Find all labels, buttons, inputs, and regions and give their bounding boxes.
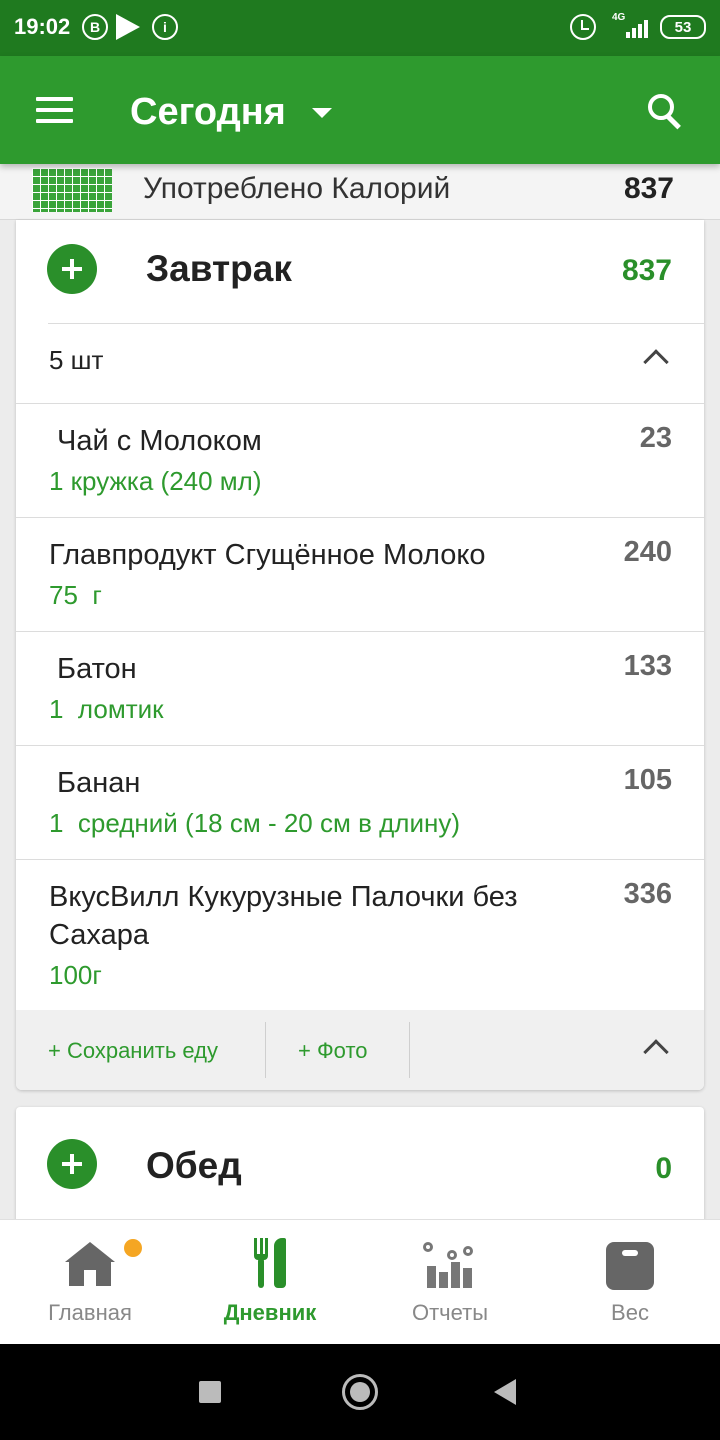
food-portion: 1 кружка (240 мл) <box>49 466 262 496</box>
food-portion: 100г <box>49 960 102 990</box>
add-photo-button[interactable]: + Фото <box>298 1038 368 1064</box>
signal-icon: 4G <box>612 12 650 40</box>
divider <box>48 323 704 324</box>
meal-calories: 837 <box>621 254 672 287</box>
meal-calories: 0 <box>655 1152 672 1185</box>
fork-knife-icon <box>254 1238 288 1288</box>
battery-icon: 53 <box>660 15 706 39</box>
nav-home[interactable]: Главная <box>0 1220 180 1345</box>
nav-diary[interactable]: Дневник <box>180 1220 360 1345</box>
add-lunch-button[interactable] <box>47 1139 97 1189</box>
food-calories: 23 <box>639 422 672 454</box>
reports-icon <box>423 1242 475 1288</box>
food-item[interactable]: ВкусВилл Кукурузные Палочки без Сахара 1… <box>16 859 704 1010</box>
nav-label: Дневник <box>223 1300 317 1325</box>
food-portion: 1 средний (18 см - 20 см в длину) <box>49 808 460 838</box>
collapse-chevron-icon[interactable] <box>643 349 669 375</box>
summary-label: Употреблено Калорий <box>143 172 451 205</box>
status-bar: 19:02 B i 4G 53 <box>0 0 720 56</box>
divider <box>409 1022 410 1078</box>
food-item[interactable]: Банан 1 средний (18 см - 20 см в длину) … <box>16 745 704 859</box>
food-name: Главпродукт Сгущённое Молоко <box>49 539 486 571</box>
status-time: 19:02 <box>14 14 71 39</box>
food-item[interactable]: Главпродукт Сгущённое Молоко 75 г 240 <box>16 517 704 631</box>
home-icon <box>65 1242 115 1286</box>
alarm-icon <box>570 14 596 40</box>
meal-actions: + Сохранить еду + Фото <box>16 1010 704 1090</box>
network-type: 4G <box>612 12 626 23</box>
save-food-button[interactable]: + Сохранить еду <box>48 1038 218 1064</box>
food-calories: 133 <box>623 650 672 682</box>
keyhole-icon: i <box>152 14 178 40</box>
home-button[interactable] <box>342 1374 378 1410</box>
summary-value: 837 <box>623 172 674 205</box>
food-item[interactable]: Батон 1 ломтик 133 <box>16 631 704 745</box>
search-icon[interactable] <box>648 94 684 130</box>
notification-dot <box>124 1239 142 1257</box>
meal-title: Завтрак <box>146 248 292 289</box>
collapse-meal-chevron-icon[interactable] <box>643 1039 669 1065</box>
app-bar: Сегодня <box>0 56 720 164</box>
menu-icon[interactable] <box>36 97 73 123</box>
food-calories: 105 <box>623 764 672 796</box>
meal-title: Обед <box>146 1145 242 1186</box>
food-name: ВкусВилл Кукурузные Палочки без Сахара <box>49 881 518 951</box>
system-navigation-bar <box>0 1344 720 1440</box>
food-name: Чай с Молоком <box>49 425 262 457</box>
scale-icon <box>606 1242 654 1290</box>
calories-summary: Употреблено Калорий 837 <box>0 164 720 220</box>
nav-label: Главная <box>48 1300 132 1325</box>
food-item[interactable]: Чай с Молоком 1 кружка (240 мл) 23 <box>16 403 704 517</box>
grid-icon <box>32 168 112 212</box>
add-breakfast-button[interactable] <box>47 244 97 294</box>
back-button[interactable] <box>494 1379 516 1405</box>
food-name: Батон <box>49 653 137 685</box>
bottom-navigation: Главная Дневник Отчеты Вес <box>0 1219 720 1344</box>
food-portion: 75 г <box>49 580 102 610</box>
nav-weight[interactable]: Вес <box>540 1220 720 1345</box>
nav-label: Вес <box>611 1300 649 1325</box>
food-calories: 336 <box>623 878 672 910</box>
food-calories: 240 <box>623 536 672 568</box>
play-store-icon <box>116 14 140 40</box>
battery-level: 53 <box>674 18 692 36</box>
food-portion: 1 ломтик <box>49 694 164 724</box>
divider <box>265 1022 266 1078</box>
nav-label: Отчеты <box>411 1300 489 1325</box>
breakfast-card: Завтрак 837 5 шт Чай с Молоком 1 кружка … <box>16 220 704 1090</box>
food-name: Банан <box>49 767 141 799</box>
nav-reports[interactable]: Отчеты <box>360 1220 540 1345</box>
item-count: 5 шт <box>49 345 104 375</box>
recents-button[interactable] <box>199 1381 221 1403</box>
date-selector-title[interactable]: Сегодня <box>130 91 286 134</box>
browser-notification-icon: B <box>82 14 108 40</box>
chevron-down-icon[interactable] <box>312 108 332 118</box>
